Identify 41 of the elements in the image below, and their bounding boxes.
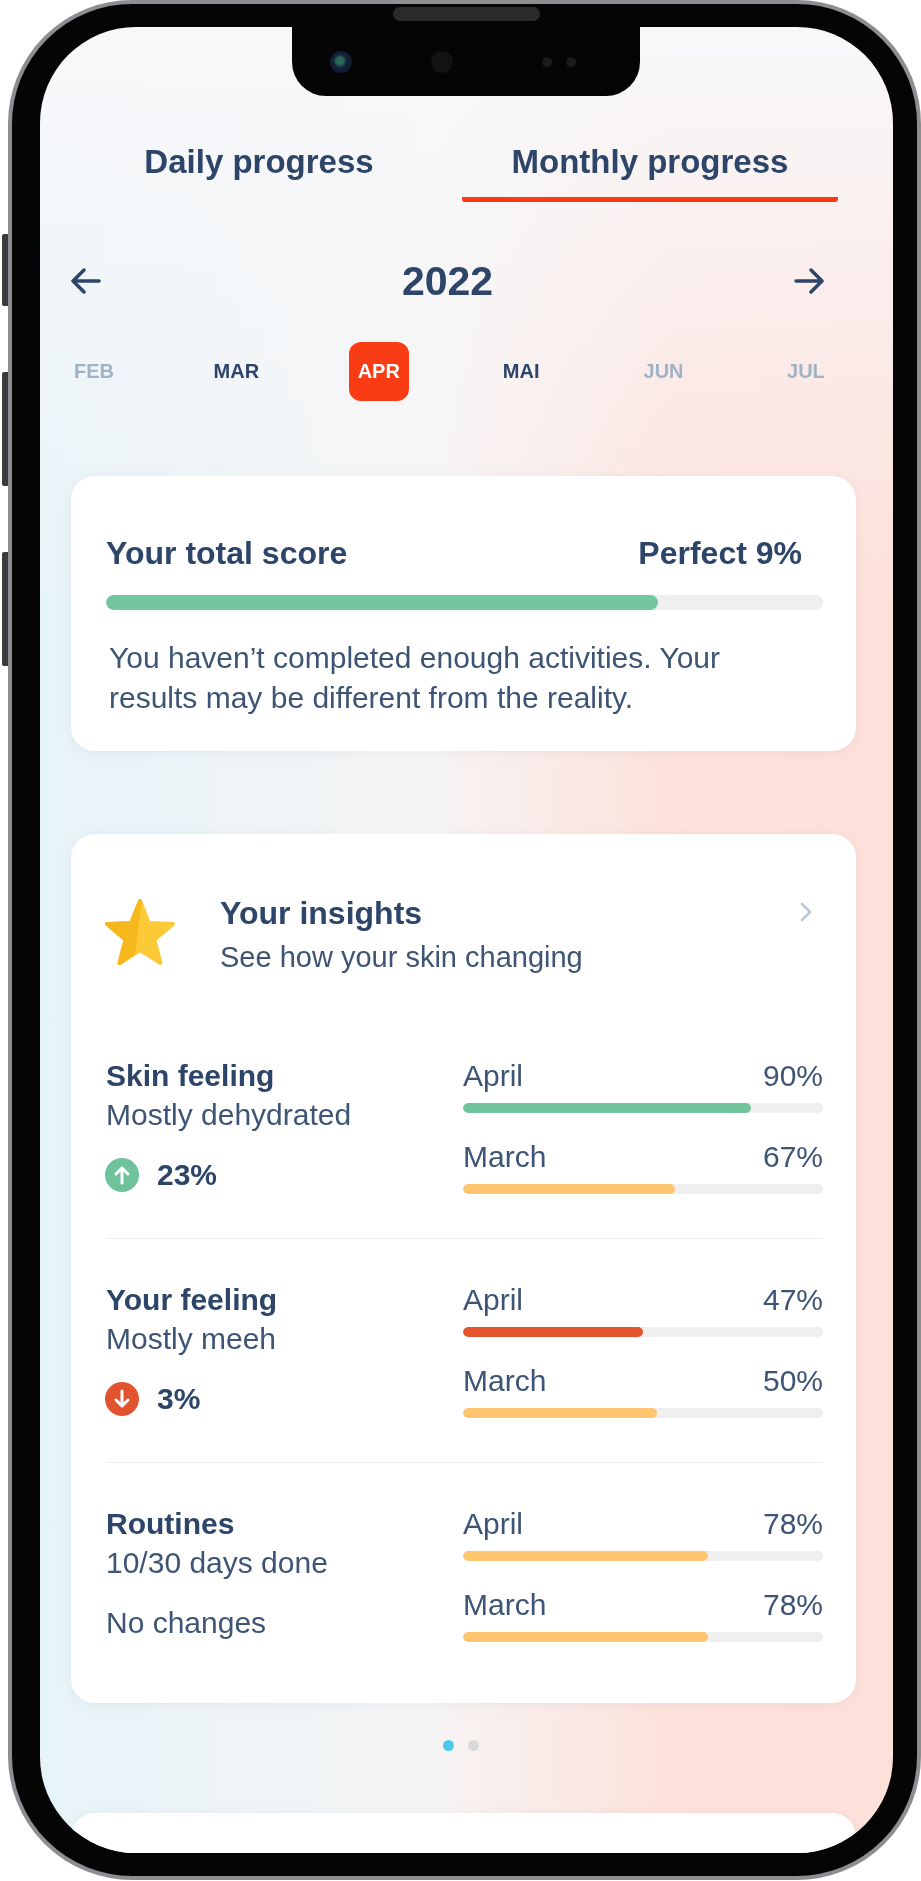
month-tab[interactable]: APR [348,342,409,401]
tab[interactable]: Monthly progress [462,142,838,202]
arrow-left-icon[interactable] [71,268,101,294]
year-label: 2022 [401,259,494,303]
star-icon [103,898,177,968]
insight-title: Routines [106,1507,235,1541]
insight-title: Your feeling [106,1283,278,1317]
percent-value: 90% [762,1059,823,1093]
month-tab[interactable]: MAI [491,342,552,401]
change-note: No changes [106,1606,267,1640]
arrow-down-icon [105,1382,139,1416]
score-value: Perfect 9% [638,534,802,573]
insights-subtitle: See how your skin changing [220,940,583,975]
insight-title: Skin feeling [106,1059,275,1093]
percent-value: 78% [762,1507,823,1541]
month-label: March [463,1140,547,1174]
score-note: You haven’t completed enough activities. Your results may be different from the reality. [108,640,721,716]
change-value: 3% [157,1382,201,1416]
score-title: Your total score [106,534,348,573]
month-tab[interactable]: MAR [206,342,267,401]
percent-value: 67% [762,1140,823,1174]
month-label: April [463,1283,523,1317]
tab[interactable]: Daily progress [71,142,447,202]
side-ridge [2,234,8,306]
percent-value: 47% [762,1283,823,1317]
arrow-up-icon [105,1158,139,1192]
change-value: 23% [157,1158,218,1192]
month-label: April [463,1507,523,1541]
percent-value: 50% [762,1364,823,1398]
insight-summary: Mostly dehydrated [106,1098,352,1132]
month-label: April [463,1059,523,1093]
percent-value: 78% [762,1588,823,1622]
arrow-right-icon[interactable] [794,268,824,294]
insight-summary: 10/30 days done [106,1546,328,1580]
month-label: March [463,1588,547,1622]
sensor-dot-icon [542,56,552,67]
insights-title: Your insights [220,895,424,931]
insight-summary: Mostly meeh [106,1322,277,1356]
month-label: March [463,1364,547,1398]
sensor-dot-icon [566,56,576,67]
camera-lens-icon [330,50,352,73]
